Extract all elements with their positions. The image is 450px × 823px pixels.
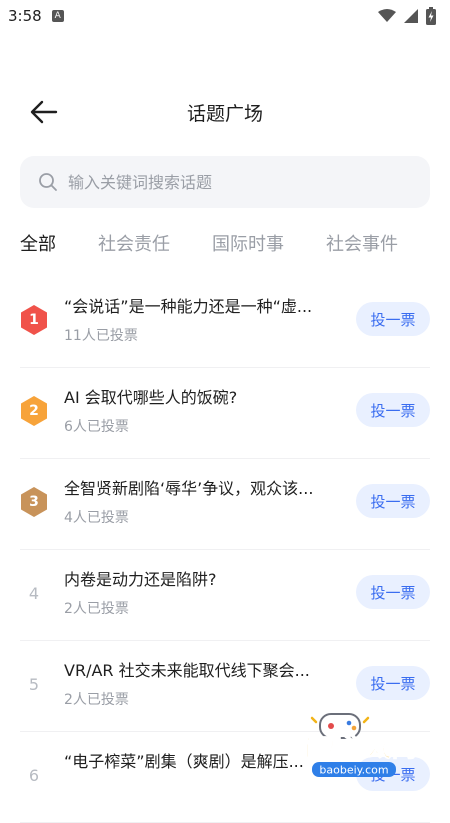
topic-title: “会说话”是一种能力还是一种“虚... (64, 297, 313, 316)
topic-title: 全智贤新剧陷‘辱华’争议，观众该... (64, 479, 314, 498)
search-input[interactable] (66, 171, 400, 193)
cellular-signal-icon (404, 9, 418, 23)
vote-count: 2人已投票 (64, 601, 129, 617)
rank-number: 3 (29, 494, 39, 510)
topic-row[interactable]: 1 “会说话”是一种能力还是一种“虚... 11人已投票 投一票 (20, 277, 430, 368)
tab-social-responsibility[interactable]: 社会责任 (98, 230, 170, 256)
vote-count: 6人已投票 (64, 419, 129, 435)
status-bar: 3:58 A (0, 0, 450, 32)
topic-row[interactable]: 2 AI 会取代哪些人的饭碗? 6人已投票 投一票 (20, 368, 430, 459)
rank-number: 6 (28, 765, 40, 785)
notification-badge-icon: A (51, 10, 64, 22)
vote-button[interactable]: 投一票 (356, 393, 430, 427)
rank-badge: 5 (20, 668, 48, 700)
tab-all[interactable]: 全部 (20, 230, 56, 256)
tab-international-news[interactable]: 国际时事 (212, 230, 284, 256)
tab-social-events[interactable]: 社会事件 (326, 230, 398, 256)
page-header: 话题广场 (0, 88, 450, 136)
vote-button[interactable]: 投一票 (356, 302, 430, 336)
rank-number: 5 (28, 674, 40, 694)
search-icon (39, 173, 57, 191)
vote-button[interactable]: 投一票 (356, 575, 430, 609)
watermark-title: 宝贝游戏网 (296, 734, 416, 762)
rank-badge: 6 (20, 759, 48, 791)
topic-title: AI 会取代哪些人的饭碗? (64, 388, 238, 407)
topic-row[interactable]: 3 全智贤新剧陷‘辱华’争议，观众该... 4人已投票 投一票 (20, 459, 430, 550)
rank-badge: 4 (20, 577, 48, 609)
vote-count: 11人已投票 (64, 328, 138, 344)
search-bar[interactable] (20, 156, 430, 208)
back-arrow-icon (30, 100, 58, 124)
vote-button[interactable]: 投一票 (356, 484, 430, 518)
watermark-logo: 宝贝游戏网 baobeiy.com (296, 713, 417, 777)
watermark-url: baobeiy.com (319, 764, 388, 777)
rank-number: 4 (28, 583, 40, 603)
vote-count: 2人已投票 (64, 692, 129, 708)
wifi-icon (378, 9, 396, 22)
rank-badge: 2 (20, 395, 48, 427)
page-title: 话题广场 (186, 102, 263, 125)
vote-count: 4人已投票 (64, 510, 129, 526)
topic-row[interactable]: 4 内卷是动力还是陷阱? 2人已投票 投一票 (20, 550, 430, 641)
topic-title: 内卷是动力还是陷阱? (64, 570, 217, 589)
battery-charging-icon (426, 7, 436, 25)
category-tabs: 全部 社会责任 国际时事 社会事件 (20, 230, 440, 256)
vote-button[interactable]: 投一票 (356, 666, 430, 700)
rank-badge: 3 (20, 486, 48, 518)
status-time: 3:58 (8, 7, 42, 25)
rank-badge: 1 (20, 304, 48, 336)
rank-number: 2 (29, 403, 39, 419)
topic-title: VR/AR 社交未来能取代线下聚会... (64, 661, 310, 680)
back-button[interactable] (28, 98, 60, 126)
rank-number: 1 (29, 312, 39, 328)
status-icons (378, 7, 436, 25)
